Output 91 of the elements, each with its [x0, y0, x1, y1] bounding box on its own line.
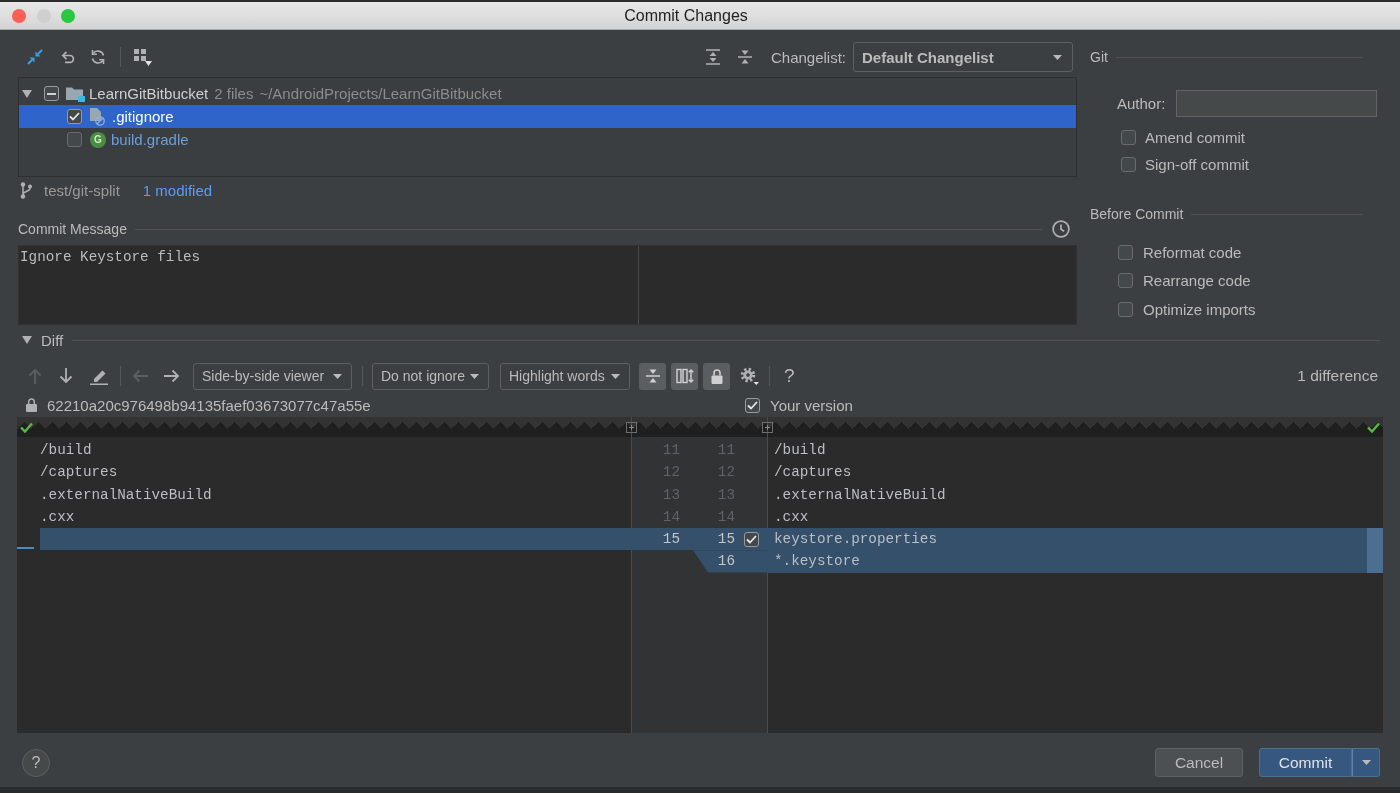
cancel-button[interactable]: Cancel	[1155, 748, 1243, 777]
code-line: /build	[40, 441, 92, 460]
caret-icon	[1361, 760, 1371, 765]
file-type-badge: G	[90, 131, 106, 148]
commit-options-button[interactable]	[1352, 748, 1380, 777]
line-number: 15	[662, 531, 680, 548]
option-label: Rearrange code	[1143, 272, 1251, 290]
plus-square-icon[interactable]	[762, 421, 773, 433]
revision-hash: 62210a20c976498b94135faef03673077c47a55e	[47, 396, 371, 414]
author-label: Author:	[1117, 95, 1166, 112]
section-title: Before Commit	[1090, 206, 1184, 222]
plus-square-icon[interactable]	[626, 421, 637, 433]
collapse-icon	[644, 368, 661, 384]
help-button[interactable]: ?	[782, 365, 797, 387]
tree-row[interactable]: G build.gradle	[19, 128, 1076, 151]
section-title: Git	[1090, 49, 1108, 65]
checkbox[interactable]	[67, 109, 82, 124]
expand-all-icon[interactable]	[704, 49, 721, 65]
tree-row[interactable]: .gitignore	[19, 105, 1076, 128]
check-icon	[20, 421, 33, 433]
version-label: Your version	[770, 396, 853, 414]
toggle-button[interactable]	[671, 362, 698, 390]
section-title: Diff	[41, 331, 64, 349]
checkbox[interactable]	[1118, 273, 1133, 289]
undo-icon[interactable]	[60, 49, 76, 65]
code-line: .externalNativeBuild	[40, 485, 212, 505]
commit-button[interactable]: Commit	[1259, 748, 1352, 777]
code-line: .externalNativeBuild	[774, 485, 946, 505]
file-name: .gitignore	[112, 108, 174, 125]
caret-icon	[470, 373, 479, 379]
refresh-icon[interactable]	[90, 49, 106, 65]
caret-icon	[1053, 54, 1062, 60]
difference-count: 1 difference	[1297, 367, 1378, 385]
commit-message-field[interactable]: Ignore Keystore files	[18, 245, 1077, 325]
right-arrow-icon[interactable]	[164, 369, 180, 383]
tree-row[interactable]: LearnGitBitbucket 2 files ~/AndroidProjects/LearnGitBitbucket	[19, 82, 1076, 105]
checkbox[interactable]	[67, 132, 82, 147]
option-label: Optimize imports	[1143, 300, 1256, 318]
checkbox[interactable]	[1118, 301, 1133, 317]
checkbox[interactable]	[44, 86, 59, 101]
window-title: Commit Changes	[624, 6, 748, 25]
collapse-all-icon[interactable]	[736, 49, 753, 65]
lock-icon	[26, 398, 37, 412]
toggle-button[interactable]	[639, 362, 666, 390]
viewer-dropdown[interactable]: Side-by-side viewer	[193, 362, 352, 390]
checkbox[interactable]	[1118, 244, 1133, 260]
changelist-label: Changelist:	[770, 48, 846, 66]
lock-icon	[710, 368, 723, 384]
line-number: 16	[717, 553, 735, 570]
expand-triangle-icon[interactable]	[22, 89, 32, 98]
code-line: /captures	[40, 463, 118, 483]
code-line: .cxx	[774, 507, 809, 527]
section-title: Commit Message	[18, 221, 127, 237]
modified-link[interactable]: 1 modified	[142, 181, 213, 199]
settings-icon[interactable]	[740, 366, 759, 386]
folder-icon	[66, 85, 85, 102]
file-name: build.gradle	[111, 131, 189, 148]
option-label: Sign-off commit	[1145, 156, 1249, 173]
ignore-dropdown[interactable]: Do not ignore	[372, 362, 489, 390]
folder-name: LearnGitBitbucket	[89, 85, 209, 102]
help-button[interactable]: ?	[22, 748, 50, 777]
caret-icon	[333, 373, 342, 379]
branch-name: test/git-split	[44, 181, 120, 199]
author-field[interactable]	[1176, 90, 1377, 117]
folder-path: ~/AndroidProjects/LearnGitBitbucket	[259, 85, 502, 102]
option-label: Amend commit	[1145, 129, 1246, 146]
sync-scroll-icon	[675, 368, 694, 384]
down-arrow-icon[interactable]	[59, 368, 73, 384]
toggle-button[interactable]	[703, 362, 730, 390]
option-label: Reformat code	[1143, 243, 1242, 261]
change-stripe-marker	[1367, 528, 1383, 573]
clock-icon[interactable]	[1052, 220, 1070, 238]
checkbox[interactable]	[1121, 157, 1136, 172]
file-icon	[90, 107, 105, 126]
expand-triangle-icon[interactable]	[22, 336, 32, 344]
code-line: .cxx	[40, 507, 75, 527]
line-number: 15	[717, 531, 735, 548]
code-line: /captures	[774, 463, 852, 483]
code-line: /build	[774, 441, 826, 460]
caret-icon	[611, 373, 620, 379]
highlight-dropdown[interactable]: Highlight words	[500, 362, 630, 390]
checkbox[interactable]	[744, 531, 759, 547]
branch-icon	[20, 181, 32, 199]
checkbox[interactable]	[1121, 130, 1136, 145]
diff-arrows-icon[interactable]	[27, 49, 43, 65]
changelist-dropdown[interactable]: Default Changelist	[853, 42, 1073, 72]
grid-icon[interactable]	[134, 48, 152, 66]
change-marker	[17, 547, 34, 550]
file-count: 2 files	[214, 85, 254, 102]
checkbox[interactable]	[745, 397, 760, 413]
check-icon	[1367, 421, 1380, 433]
